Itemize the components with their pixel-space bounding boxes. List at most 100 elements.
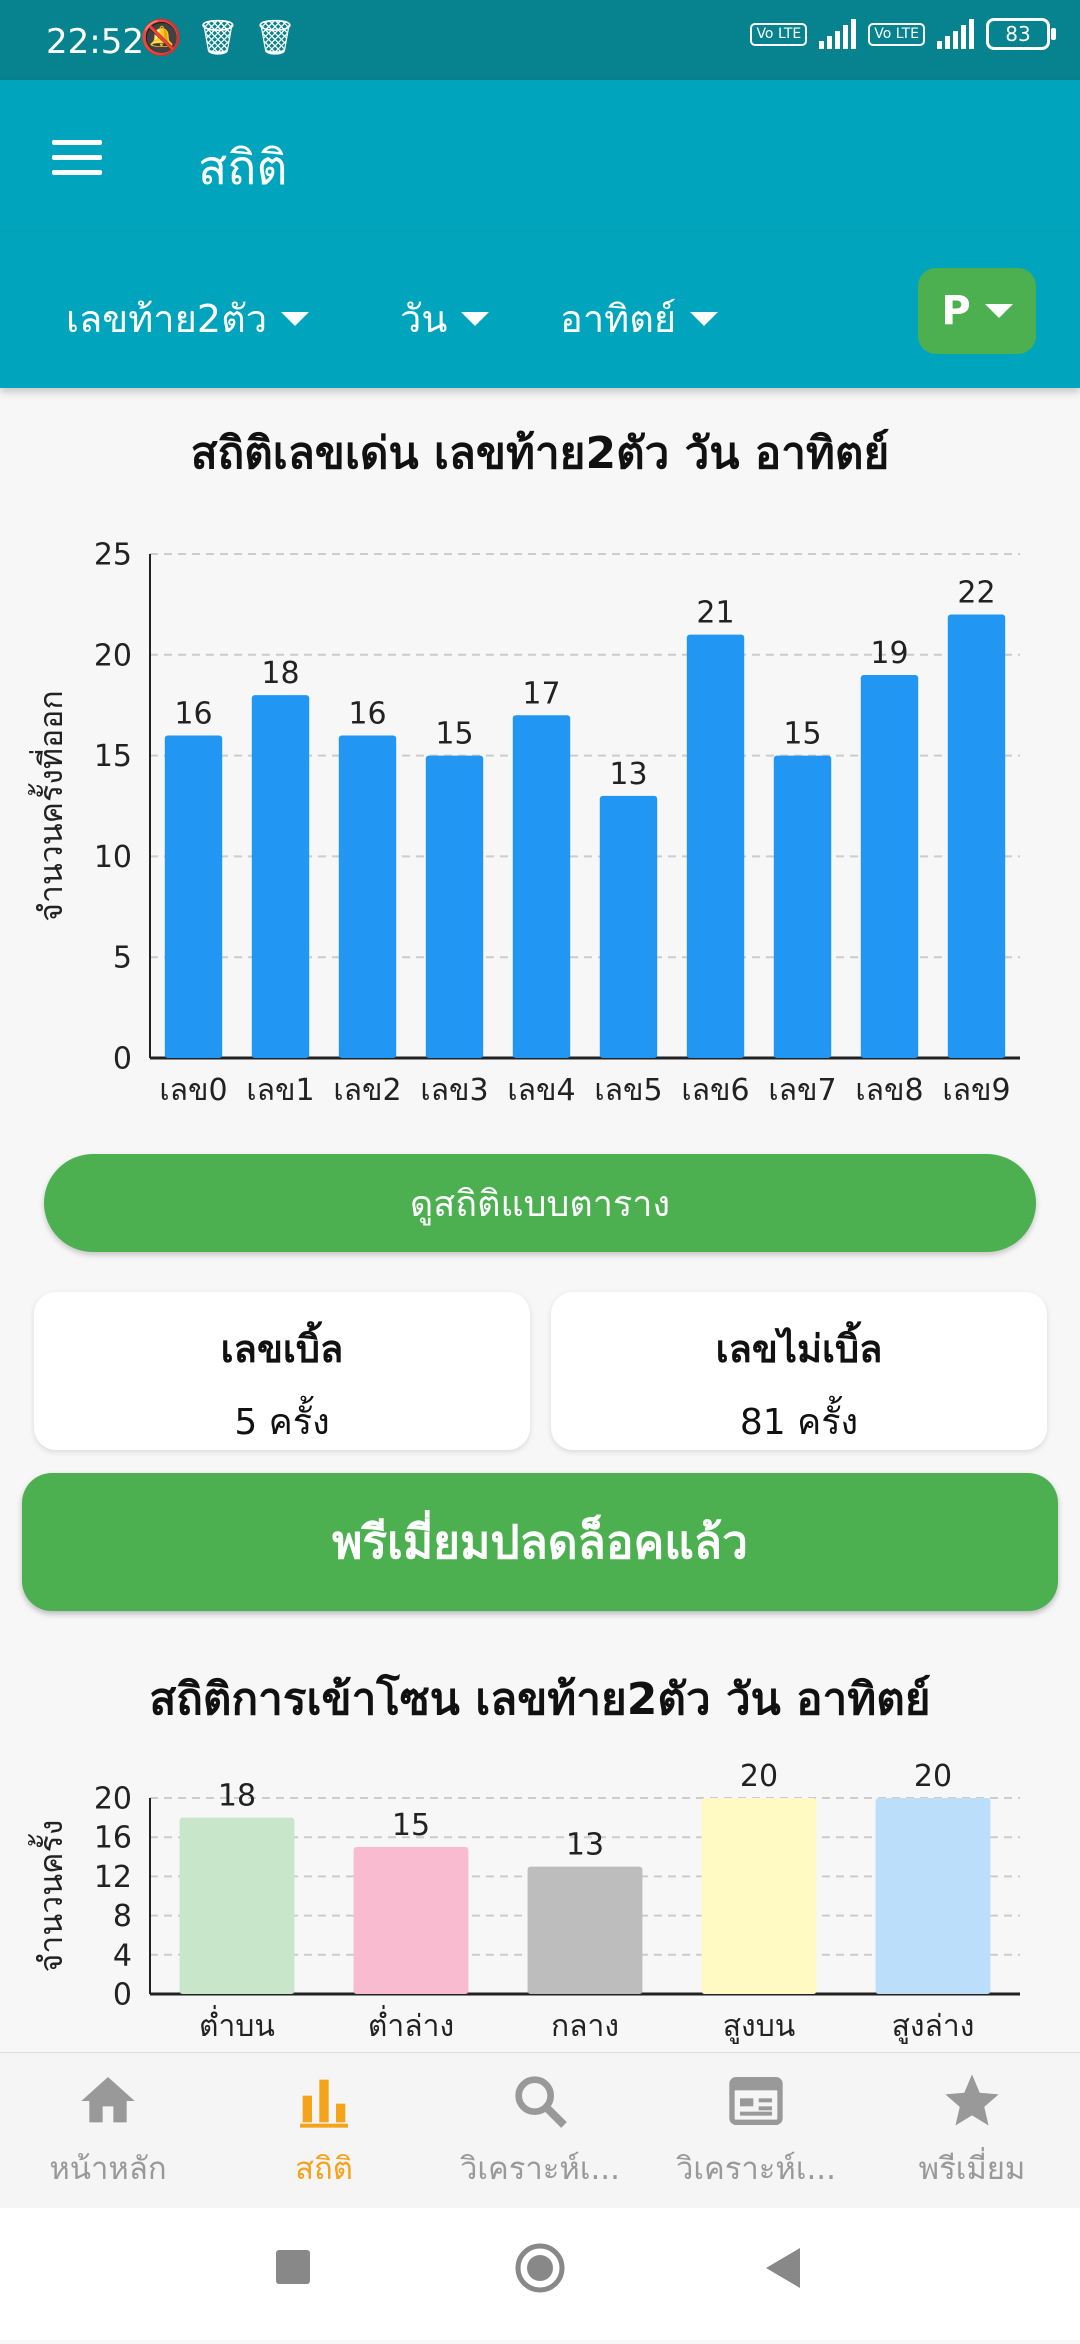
y-tick-label: 0 xyxy=(113,1042,132,1077)
filter-bar: เลขท้าย2ตัว วัน อาทิตย์ P xyxy=(0,232,1080,388)
x-tick-label: ต่ำบน xyxy=(199,2005,275,2044)
bar xyxy=(164,735,223,1058)
bar-value-label: 13 xyxy=(566,1828,604,1863)
x-tick-label: เลข4 xyxy=(507,1073,575,1108)
filter-type-dropdown[interactable]: เลขท้าย2ตัว xyxy=(66,288,310,349)
profile-button-label: P xyxy=(941,288,971,334)
menu-icon[interactable] xyxy=(52,140,102,176)
bar xyxy=(947,614,1006,1058)
signal-icon xyxy=(937,19,974,49)
bar-chart-icon xyxy=(216,2069,432,2133)
x-tick-label: เลข8 xyxy=(855,1073,923,1108)
x-tick-label: ต่ำล่าง xyxy=(368,2005,454,2044)
premium-unlocked-button[interactable]: พรีเมี่ยมปลดล็อคแล้ว xyxy=(22,1473,1058,1611)
nav-statistics[interactable]: สถิติ xyxy=(216,2053,432,2209)
bell-muted-icon: 🔕 xyxy=(140,18,183,58)
x-tick-label: เลข6 xyxy=(681,1073,749,1108)
bar-value-label: 15 xyxy=(392,1808,430,1843)
non-double-number-card: เลขไม่เบิ้ล 81 ครั้ง xyxy=(551,1292,1047,1450)
bar-value-label: 19 xyxy=(870,636,908,671)
non-double-number-title: เลขไม่เบิ้ล xyxy=(715,1327,883,1371)
bar xyxy=(875,1798,991,1994)
calendar-icon xyxy=(648,2069,864,2133)
bar-value-label: 15 xyxy=(435,717,473,752)
home-icon xyxy=(0,2069,216,2133)
chevron-down-icon xyxy=(281,311,310,326)
trash-icon: 🗑 xyxy=(253,18,297,58)
nav-premium-label: พรีเมี่ยม xyxy=(918,2151,1026,2187)
double-number-value: 5 ครั้ง xyxy=(234,1402,330,1443)
nav-home[interactable]: หน้าหลัก xyxy=(0,2053,216,2209)
y-tick-label: 15 xyxy=(94,739,132,774)
filter-day-label: อาทิตย์ xyxy=(560,297,677,341)
page-title: สถิติ xyxy=(198,140,288,196)
chevron-down-icon xyxy=(461,311,490,326)
filter-period-dropdown[interactable]: วัน xyxy=(400,288,490,349)
bar xyxy=(686,634,745,1058)
x-tick-label: สูงล่าง xyxy=(892,2009,975,2044)
trash-icon: 🗑 xyxy=(196,18,240,58)
battery-icon: 83 xyxy=(986,18,1056,50)
profile-button[interactable]: P xyxy=(918,268,1036,354)
y-tick-label: 16 xyxy=(94,1821,132,1856)
x-tick-label: เลข3 xyxy=(420,1073,488,1108)
filter-day-dropdown[interactable]: อาทิตย์ xyxy=(560,288,719,349)
y-axis-label: จำนวนครั้งที่ออก xyxy=(28,690,70,922)
chevron-down-icon xyxy=(984,304,1013,318)
y-tick-label: 10 xyxy=(94,840,132,875)
y-tick-label: 5 xyxy=(113,941,132,976)
nav-analyze-2-label: วิเคราะห์เ... xyxy=(675,2151,837,2187)
nav-analyze-2[interactable]: วิเคราะห์เ... xyxy=(648,2053,864,2209)
digit-frequency-chart: 0 5 10 15 20 25 จำนวนครั้งที่ออก 16 เลข0 18 เลข1 16… xyxy=(28,538,1020,1108)
bar-value-label: 20 xyxy=(914,1760,952,1794)
app-bar: สถิติ xyxy=(0,80,1080,232)
nav-home-label: หน้าหลัก xyxy=(49,2151,167,2187)
status-right-icons: Vo LTE Vo LTE 83 xyxy=(750,18,1056,50)
search-icon xyxy=(432,2069,648,2133)
zone-frequency-chart: 0 4 8 12 16 20 จำนวนครั้ง 18 ต่ำบน 15 ต่ำล่าง 13 กลา… xyxy=(28,1760,1020,2044)
view-table-button[interactable]: ดูสถิติแบบตาราง xyxy=(44,1154,1036,1252)
status-bar: 22:52 🔕 🗑 🗑 Vo LTE Vo LTE 83 xyxy=(0,0,1080,80)
x-tick-label: เลข7 xyxy=(768,1073,836,1108)
signal-icon xyxy=(819,19,857,49)
bar xyxy=(251,695,310,1058)
bar xyxy=(179,1817,295,1994)
bar-value-label: 17 xyxy=(522,676,560,711)
y-tick-label: 12 xyxy=(94,1860,132,1895)
bar xyxy=(860,674,919,1058)
bar xyxy=(512,715,571,1058)
x-tick-label: เลข9 xyxy=(942,1073,1010,1108)
x-tick-label: สูงบน xyxy=(723,2009,796,2044)
volte-icon: Vo LTE xyxy=(750,22,808,46)
bar-value-label: 21 xyxy=(696,596,734,631)
bar-value-label: 16 xyxy=(348,696,386,731)
chevron-down-icon xyxy=(690,311,719,326)
bar xyxy=(527,1866,643,1994)
y-tick-label: 20 xyxy=(94,638,132,673)
bar xyxy=(599,795,658,1058)
filter-period-label: วัน xyxy=(400,297,448,341)
bar-value-label: 18 xyxy=(261,656,299,691)
bar-value-label: 22 xyxy=(957,575,995,610)
recents-button-icon xyxy=(276,2250,310,2284)
y-tick-label: 0 xyxy=(113,1978,132,2013)
nav-analyze-1[interactable]: วิเคราะห์เ... xyxy=(432,2053,648,2209)
y-tick-label: 25 xyxy=(94,538,132,573)
volte-icon: Vo LTE xyxy=(868,22,925,46)
nav-analyze-1-label: วิเคราะห์เ... xyxy=(459,2151,621,2187)
bar-value-label: 20 xyxy=(740,1760,778,1794)
bar-value-label: 16 xyxy=(174,696,212,731)
nav-statistics-label: สถิติ xyxy=(295,2151,353,2187)
chart2-title: สถิติการเข้าโซน เลขท้าย2ตัว วัน อาทิตย์ xyxy=(149,1674,931,1725)
y-tick-label: 20 xyxy=(94,1782,132,1817)
back-button-icon xyxy=(766,2248,800,2288)
bar-value-label: 18 xyxy=(218,1779,256,1814)
status-time: 22:52 xyxy=(46,22,144,62)
bar xyxy=(773,755,832,1058)
bottom-nav: หน้าหลัก สถิติ วิเคราะห์เ... วิเคราะห์เ.… xyxy=(0,2052,1080,2209)
system-nav-bar xyxy=(0,2208,1080,2340)
nav-premium[interactable]: พรีเมี่ยม xyxy=(864,2053,1080,2209)
y-tick-label: 4 xyxy=(113,1938,132,1973)
bar-value-label: 13 xyxy=(609,757,647,792)
status-notification-icons: 🔕 🗑 🗑 xyxy=(140,18,297,58)
